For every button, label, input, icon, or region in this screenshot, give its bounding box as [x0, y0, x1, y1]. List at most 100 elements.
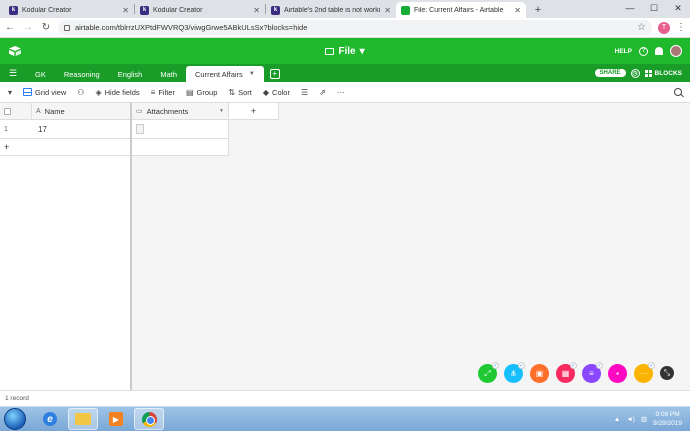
- browser-tab-1[interactable]: k Kodular Creator ✕: [4, 2, 134, 18]
- group-label: Group: [196, 87, 218, 97]
- address-bar: ← → ↻ airtable.com/tblrrzUXPtdFWVRQ3/viw…: [0, 18, 690, 38]
- check-badge-icon: ✓: [518, 362, 525, 369]
- browser-tab-title: Kodular Creator: [153, 6, 203, 14]
- share-view-icon[interactable]: ⇗: [319, 88, 326, 97]
- collapse-icon[interactable]: ⤡: [660, 366, 674, 380]
- blocks-grid-icon: [644, 69, 652, 77]
- history-icon[interactable]: ◷: [630, 68, 640, 78]
- table-tabs-bar: ☰ GK Reasoning English Math Current Affa…: [0, 64, 690, 82]
- table-tab-english[interactable]: English: [109, 66, 152, 82]
- more-icon[interactable]: ··· ✓: [634, 362, 655, 383]
- row-height-icon[interactable]: ☰: [301, 88, 308, 97]
- taskbar-chrome[interactable]: [134, 408, 164, 430]
- minimize-button[interactable]: —: [618, 0, 642, 16]
- help-icon[interactable]: ?: [639, 46, 648, 56]
- forward-icon[interactable]: →: [22, 22, 34, 33]
- column-header-name[interactable]: A Name: [32, 103, 130, 120]
- more-options-button[interactable]: ···: [337, 88, 345, 97]
- hide-fields-button[interactable]: ◈ Hide fields: [95, 88, 139, 97]
- taskbar-ie[interactable]: e: [35, 408, 65, 430]
- show-hidden-icons-icon[interactable]: ▲: [614, 416, 620, 423]
- user-avatar[interactable]: [670, 45, 682, 57]
- select-all-checkbox[interactable]: [4, 107, 11, 115]
- name-cell[interactable]: 17: [32, 120, 130, 139]
- window-controls: — ☐ ✕: [618, 0, 690, 16]
- sort-icon: ⇅: [228, 87, 236, 97]
- hamburger-menu-icon[interactable]: ☰: [6, 64, 20, 82]
- browser-tab-3[interactable]: k Airtable's 2nd table is not workin ✕: [266, 2, 396, 18]
- new-tab-button[interactable]: +: [530, 2, 546, 18]
- column-header-attachments[interactable]: ▭ Attachments ▼: [132, 103, 229, 120]
- check-badge-icon: ✓: [492, 362, 499, 369]
- maximize-button[interactable]: ☐: [642, 0, 666, 16]
- close-tab-icon[interactable]: ✕: [122, 6, 129, 15]
- add-field-label: +: [250, 106, 257, 116]
- add-row-extension[interactable]: [132, 139, 229, 156]
- help-button[interactable]: HELP: [615, 48, 632, 55]
- add-row-button[interactable]: +: [0, 139, 130, 156]
- bookmark-star-icon[interactable]: ☆: [637, 22, 646, 33]
- close-tab-icon[interactable]: ✕: [514, 6, 521, 15]
- chevron-down-icon[interactable]: ▼: [219, 108, 224, 114]
- profile-avatar[interactable]: T: [658, 21, 670, 34]
- browser-tab-4[interactable]: File: Current Affairs - Airtable ✕: [396, 2, 526, 18]
- airtable-logo-icon[interactable]: [8, 46, 22, 56]
- list-icon[interactable]: ≡ ✓: [582, 362, 603, 383]
- grid-icon[interactable]: ▦ ✓: [556, 362, 577, 383]
- collapse-sidebar-icon[interactable]: ▾: [8, 88, 12, 97]
- notifications-bell-icon[interactable]: [655, 47, 663, 55]
- blocks-button[interactable]: BLOCKS: [644, 69, 682, 77]
- reload-icon[interactable]: ↻: [40, 22, 52, 33]
- calendar-icon[interactable]: ▣: [530, 364, 549, 383]
- sort-label: Sort: [238, 87, 252, 97]
- folder-icon: [75, 413, 91, 425]
- kodular-favicon-icon: k: [140, 5, 149, 15]
- grid-area: A Name 1 17 + ▭ Attachments ▼ +: [0, 103, 690, 390]
- base-title[interactable]: File ▾: [0, 46, 690, 57]
- table-tab-current-affairs[interactable]: Current Affairs ▼: [186, 66, 264, 82]
- close-tab-icon[interactable]: ✕: [384, 6, 391, 15]
- collaborators-icon[interactable]: ⚇: [77, 88, 84, 97]
- view-switcher[interactable]: Grid view: [23, 88, 66, 97]
- browser-tab-2[interactable]: k Kodular Creator ✕: [135, 2, 265, 18]
- close-tab-icon[interactable]: ✕: [253, 6, 260, 15]
- sort-button[interactable]: ⇅ Sort: [228, 88, 251, 97]
- airtable-app-bar: File ▾ HELP ?: [0, 38, 690, 64]
- column-header-label: Name: [44, 106, 65, 116]
- network-icon[interactable]: ▥: [641, 415, 647, 423]
- chevron-down-icon[interactable]: ▼: [249, 71, 255, 77]
- chat-icon[interactable]: ▪: [608, 364, 627, 383]
- browser-menu-icon[interactable]: ⋮: [676, 22, 686, 33]
- table-tab-gk[interactable]: GK: [26, 66, 55, 82]
- attachment-placeholder-icon: [136, 124, 144, 134]
- search-icon[interactable]: [674, 88, 682, 96]
- volume-icon[interactable]: ◄): [626, 416, 635, 423]
- group-button[interactable]: ▤ Group: [186, 88, 217, 97]
- start-button[interactable]: [4, 408, 26, 430]
- color-button[interactable]: ◆ Color: [263, 88, 290, 97]
- taskbar-explorer[interactable]: [68, 408, 98, 430]
- add-table-button[interactable]: +: [269, 69, 280, 79]
- url-field[interactable]: airtable.com/tblrrzUXPtdFWVRQ3/viwgGrwe5…: [58, 20, 652, 35]
- close-window-button[interactable]: ✕: [666, 0, 690, 16]
- add-row-label: +: [4, 142, 10, 152]
- check-badge-icon: ✓: [570, 362, 577, 369]
- attachments-cell[interactable]: [132, 120, 229, 139]
- record-count: 1 record: [5, 395, 29, 402]
- share-button[interactable]: SHARE: [594, 69, 626, 77]
- filter-button[interactable]: ≡ Filter: [151, 88, 175, 97]
- browser-tab-strip: k Kodular Creator ✕ k Kodular Creator ✕ …: [0, 0, 690, 18]
- chevron-down-icon: ▾: [359, 45, 365, 57]
- table-tab-math[interactable]: Math: [151, 66, 186, 82]
- attachment-field-icon: ▭: [136, 108, 143, 115]
- table-tab-reasoning[interactable]: Reasoning: [55, 66, 109, 82]
- internet-explorer-icon: e: [43, 412, 57, 426]
- add-field-button[interactable]: +: [229, 103, 279, 120]
- back-icon[interactable]: ←: [4, 22, 16, 33]
- column-header-label: Attachments: [146, 106, 189, 116]
- clock[interactable]: 9:08 PM 9/29/2019: [653, 410, 682, 428]
- share-icon[interactable]: ⋔ ✓: [504, 362, 525, 383]
- expand-icon[interactable]: ⤢ ✓: [478, 362, 499, 383]
- taskbar-media[interactable]: ▶: [101, 408, 131, 430]
- text-field-icon: A: [36, 107, 41, 115]
